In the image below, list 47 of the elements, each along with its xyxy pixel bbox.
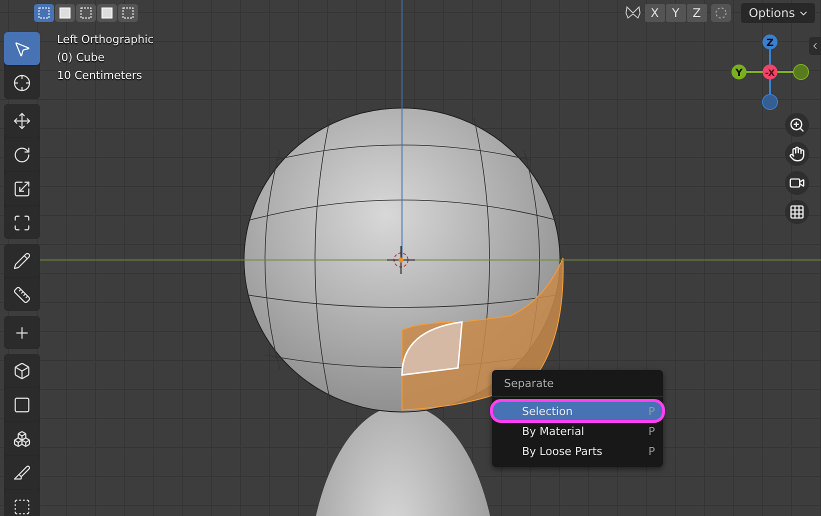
collapse-button[interactable]	[809, 37, 821, 55]
zoom-button[interactable]	[785, 113, 809, 137]
boxes-icon	[13, 430, 31, 448]
ruler-icon	[13, 286, 31, 304]
menu-item[interactable]: By Material P	[492, 421, 663, 441]
rotate-icon	[13, 146, 31, 164]
dashed-square-icon	[13, 498, 31, 516]
dotted-circle-icon	[714, 7, 727, 19]
camera-button[interactable]	[785, 171, 809, 195]
move-arrows-icon	[13, 112, 31, 130]
scale-icon	[13, 180, 31, 198]
axis-toggle[interactable]: Y	[666, 4, 686, 22]
grid-icon	[789, 204, 805, 220]
pencil-icon	[13, 252, 31, 270]
viewport-info-text: Left Orthographic	[57, 32, 154, 47]
select-box-icon	[13, 40, 31, 58]
square-icon	[13, 396, 31, 414]
proportional-edit-button[interactable]	[710, 4, 731, 22]
zoom-icon	[789, 117, 805, 133]
axis-toggle[interactable]: Z	[686, 4, 707, 22]
hand-icon	[789, 146, 805, 162]
select-mode-button[interactable]	[118, 4, 138, 22]
menu-title: Separate	[492, 374, 663, 397]
grid-button[interactable]	[785, 200, 809, 224]
select-mode-button[interactable]	[34, 4, 54, 22]
pan-button[interactable]	[785, 142, 809, 166]
viewport-info-text: 10 Centimeters	[57, 68, 144, 83]
select-mode-button[interactable]	[76, 4, 96, 22]
tool-button[interactable]	[4, 32, 40, 65]
select-mode-button[interactable]	[55, 4, 75, 22]
transform-icon	[13, 214, 31, 232]
dashed-square-icon	[38, 7, 50, 19]
menu-item[interactable]: By Loose Parts P	[492, 441, 663, 461]
axis-gizmo-drawing: Z Y -X	[727, 32, 821, 112]
filled-square-icon	[101, 7, 113, 19]
slice-icon	[13, 464, 31, 482]
dashed-square-icon	[80, 7, 92, 19]
menu-item[interactable]: Selection P	[492, 401, 663, 421]
select-mode-button[interactable]	[97, 4, 117, 22]
butterfly-icon	[624, 6, 641, 20]
viewport-info-text: (0) Cube	[57, 50, 106, 65]
options-dropdown[interactable]: Options	[740, 3, 815, 23]
dashed-square-icon	[122, 7, 134, 19]
axis-toggle[interactable]: X	[644, 4, 665, 22]
cube-icon	[13, 362, 31, 380]
filled-square-icon	[59, 7, 71, 19]
crosshair-icon	[13, 74, 31, 92]
